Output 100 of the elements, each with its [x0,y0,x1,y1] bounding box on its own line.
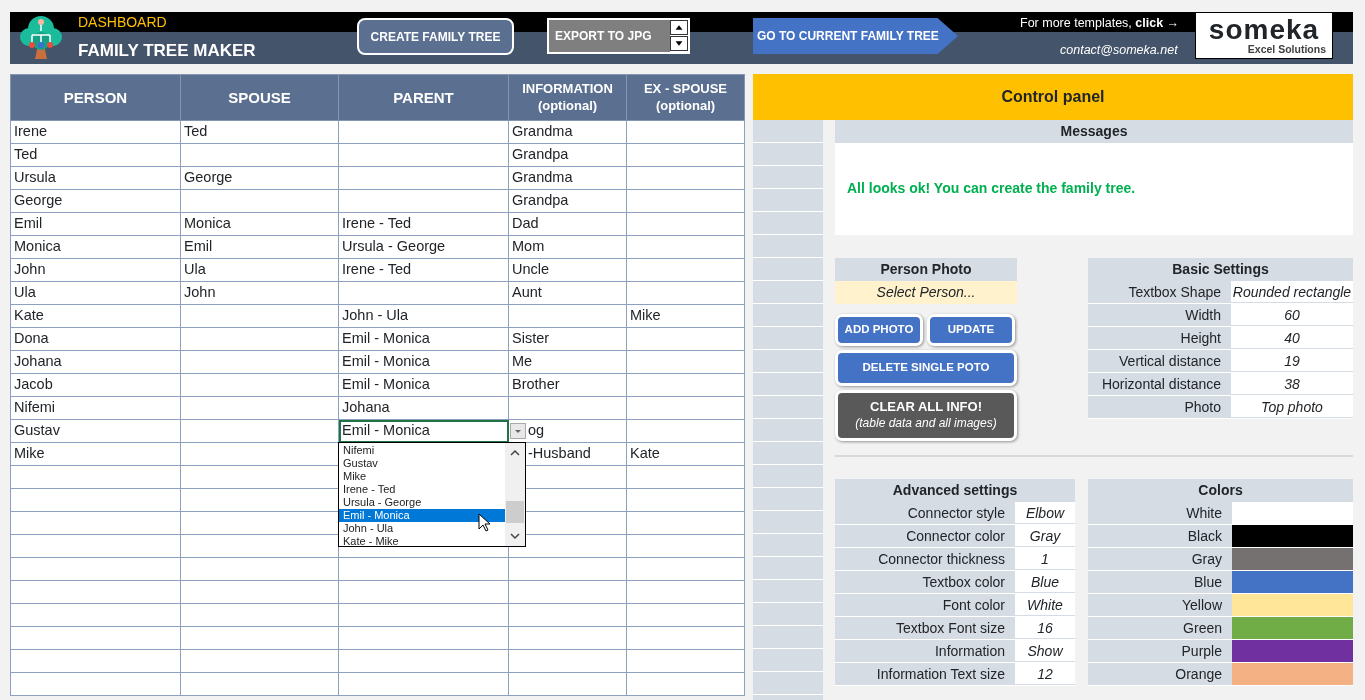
setting-value[interactable]: 38 [1231,373,1353,395]
dropdown-option[interactable]: Emil - Monica [339,509,505,522]
table-cell: Grandma [508,166,627,190]
table-cell: Me [508,350,627,374]
setting-label: Green [1088,616,1232,639]
export-control[interactable]: EXPORT TO JPG [547,18,690,54]
table-cell: Johana [10,350,181,374]
logo-name: someka [1207,13,1321,44]
table-cell: Ted [10,143,181,167]
setting-value[interactable]: Show [1015,639,1075,662]
setting-value[interactable]: Elbow [1015,501,1075,524]
setting-value[interactable]: Top photo [1231,396,1353,418]
clear-all-button[interactable]: CLEAR ALL INFO! (table data and all images) [835,390,1017,441]
table-cell: Ted [180,120,339,144]
table-cell: Monica [180,212,339,236]
dropdown-list[interactable]: Nifemi Gustav Mike Irene - Ted Ursula - George Emil - Monica John - Ula Kate - Mike [338,442,526,547]
setting-label: Connector thickness [835,547,1015,570]
table-cell: Monica [10,235,181,259]
photo-title: Person Photo [835,258,1017,281]
table-cell: Dona [10,327,181,351]
dropdown-option[interactable]: Gustav [339,457,505,470]
table-cell: Irene - Ted [338,212,509,236]
status-message: All looks ok! You can create the family tree. [835,143,1353,235]
table-cell: George [10,189,181,213]
person-field[interactable]: Select Person... [835,281,1017,304]
setting-label: Connector color [835,524,1015,547]
setting-label: Black [1088,524,1232,547]
table-cell: Brother [508,373,627,397]
dropdown-option[interactable]: Irene - Ted [339,483,505,496]
column-header: EX - SPOUSE (optional) [626,74,745,121]
table-cell: Grandpa [508,189,627,213]
table-cell: Sister [508,327,627,351]
setting-value[interactable]: Gray [1015,524,1075,547]
table-cell: Gustav [10,419,181,443]
setting-value[interactable]: 19 [1231,350,1353,372]
table-cell: Mom [508,235,627,259]
table-cell: Ursula - George [338,235,509,259]
more-templates-link[interactable]: For more templates, click → [1020,14,1180,33]
setting-value[interactable]: 1 [1015,547,1075,570]
setting-label: Connector style [835,501,1015,524]
table-cell: Emil [180,235,339,259]
table-cell: George [180,166,339,190]
setting-value[interactable]: 12 [1015,662,1075,685]
setting-label: Photo [1088,396,1231,418]
table-cell: Ula [180,258,339,282]
table-cell: Ursula [10,166,181,190]
add-photo-button[interactable]: ADD PHOTO [835,314,923,346]
update-button[interactable]: UPDATE [927,314,1015,346]
table-cell: Nifemi [10,396,181,420]
logo-tagline: Excel Solutions [1246,44,1327,55]
table-cell: Emil - Monica [338,327,509,351]
setting-label: Information Text size [835,662,1015,685]
setting-label: Yellow [1088,593,1232,616]
dropdown-option[interactable]: Ursula - George [339,496,505,509]
create-tree-button[interactable]: CREATE FAMILY TREE [357,18,514,55]
app-title: FAMILY TREE MAKER [78,40,256,62]
setting-label: Width [1088,304,1231,326]
setting-label: Information [835,639,1015,662]
table-cell: Ula [10,281,181,305]
table-cell: John [180,281,339,305]
table-cell: Jacob [10,373,181,397]
column-header: SPOUSE [180,74,339,121]
setting-label: Vertical distance [1088,350,1231,372]
dropdown-option[interactable]: John - Ula [339,522,505,535]
table-cell: John - Ula [338,304,509,328]
column-header: PERSON [10,74,181,121]
table-cell: Mike [626,304,745,328]
table-cell: Emil [10,212,181,236]
setting-label: Gray [1088,547,1232,570]
setting-label: Blue [1088,570,1232,593]
panel-title: Control panel [753,74,1353,120]
setting-label: Textbox color [835,570,1015,593]
setting-value[interactable]: 40 [1231,327,1353,349]
table-cell: Kate [626,442,745,466]
setting-value[interactable]: 60 [1231,304,1353,326]
advanced-settings-title: Advanced settings [835,478,1075,502]
setting-value[interactable]: Rounded rectangle [1231,281,1353,303]
table-cell: Dad [508,212,627,236]
setting-label: Textbox Font size [835,616,1015,639]
messages-title: Messages [835,120,1353,143]
table-cell: Kate [10,304,181,328]
table-cell: John [10,258,181,282]
go-to-tree-button[interactable]: GO TO CURRENT FAMILY TREE [753,18,958,54]
setting-label: Font color [835,593,1015,616]
column-header: INFORMATION (optional) [508,74,627,121]
setting-value[interactable]: Blue [1015,570,1075,593]
table-cell: Grandma [508,120,627,144]
setting-label: Height [1088,327,1231,349]
column-header: PARENT [338,74,509,121]
table-cell: Irene [10,120,181,144]
delete-photo-button[interactable]: DELETE SINGLE POTO [835,350,1017,386]
setting-value[interactable]: 16 [1015,616,1075,639]
basic-settings-title: Basic Settings [1088,258,1353,281]
setting-value[interactable]: White [1015,593,1075,616]
setting-label: Horizontal distance [1088,373,1231,395]
table-cell: Uncle [508,258,627,282]
setting-label: Purple [1088,639,1232,662]
setting-label: Textbox Shape [1088,281,1231,303]
setting-label: White [1088,501,1232,524]
contact-email: contact@someka.net [1060,42,1178,59]
